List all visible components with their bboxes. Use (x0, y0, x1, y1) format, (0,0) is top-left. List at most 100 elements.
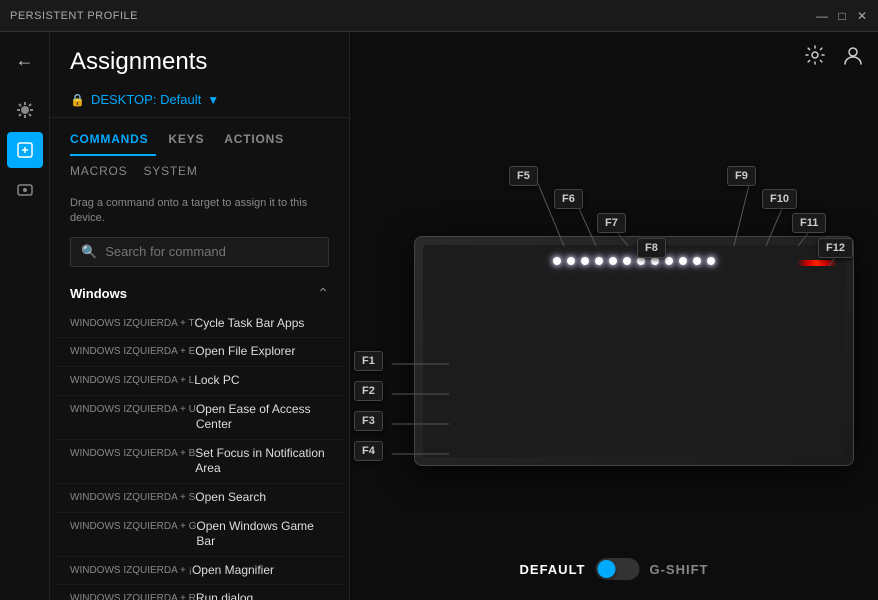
icon-sidebar: ← (0, 32, 50, 600)
command-item[interactable]: WINDOWS IZQUIERDA + ¡ Open Magnifier (54, 557, 345, 586)
search-box[interactable]: 🔍 (70, 237, 329, 267)
profile-bar[interactable]: 🔒 DESKTOP: Default ▼ (50, 88, 349, 118)
command-shortcut: WINDOWS IZQUIERDA + L (70, 373, 194, 387)
tab-actions[interactable]: ACTIONS (224, 128, 292, 156)
command-item[interactable]: WINDOWS IZQUIERDA + U Open Ease of Acces… (54, 396, 345, 440)
tab-commands[interactable]: COMMANDS (70, 128, 156, 156)
key-f2[interactable]: F2 (354, 381, 383, 401)
panel-title: Assignments (70, 48, 329, 76)
command-shortcut: WINDOWS IZQUIERDA + B (70, 446, 195, 460)
command-item[interactable]: WINDOWS IZQUIERDA + G Open Windows Game … (54, 513, 345, 557)
command-item[interactable]: WINDOWS IZQUIERDA + B Set Focus in Notif… (54, 440, 345, 484)
led-dot (637, 257, 645, 265)
category-header-windows[interactable]: Windows ⌃ (54, 277, 345, 310)
led-dot (609, 257, 617, 265)
led-strip-red (797, 260, 837, 266)
panel-header: Assignments (50, 32, 349, 88)
key-f7[interactable]: F7 (597, 213, 626, 233)
window-controls: — □ ✕ (816, 10, 868, 22)
command-shortcut: WINDOWS IZQUIERDA + S (70, 490, 195, 504)
led-dot (665, 257, 673, 265)
command-label: Open Search (195, 490, 329, 506)
app-title: PERSISTENT PROFILE (10, 10, 138, 22)
led-dot (567, 257, 575, 265)
led-dot (581, 257, 589, 265)
keyboard-area: F1 F2 F3 F4 (354, 116, 874, 496)
user-icon[interactable] (838, 40, 868, 70)
command-item[interactable]: WINDOWS IZQUIERDA + T Cycle Task Bar App… (54, 310, 345, 339)
close-button[interactable]: ✕ (856, 10, 868, 22)
category-toggle-icon: ⌃ (317, 285, 329, 302)
command-shortcut: WINDOWS IZQUIERDA + ¡ (70, 563, 192, 577)
command-label: Lock PC (194, 373, 329, 389)
key-f6[interactable]: F6 (554, 189, 583, 209)
profile-name: DESKTOP: Default (91, 92, 201, 107)
profile-caret-icon: ▼ (207, 93, 219, 107)
key-f5[interactable]: F5 (509, 166, 538, 186)
key-f11[interactable]: F11 (792, 213, 826, 233)
led-dot (623, 257, 631, 265)
tab-system[interactable]: SYSTEM (143, 160, 209, 186)
key-f3[interactable]: F3 (354, 411, 383, 431)
lock-icon: 🔒 (70, 93, 85, 107)
command-item[interactable]: WINDOWS IZQUIERDA + R Run dialog (54, 585, 345, 600)
command-label: Open Windows Game Bar (196, 519, 329, 550)
key-f8[interactable]: F8 (637, 238, 666, 258)
command-item[interactable]: WINDOWS IZQUIERDA + S Open Search (54, 484, 345, 513)
sidebar-item-lighting[interactable] (7, 92, 43, 128)
led-dots-row (553, 257, 715, 265)
settings-icon[interactable] (800, 40, 830, 70)
tab-keys[interactable]: KEYS (168, 128, 212, 156)
key-f10[interactable]: F10 (762, 189, 797, 209)
led-dot (707, 257, 715, 265)
command-label: Run dialog (196, 591, 329, 600)
key-f1[interactable]: F1 (354, 351, 383, 371)
header-icons (800, 40, 868, 70)
led-dot (679, 257, 687, 265)
right-panel: F1 F2 F3 F4 (350, 32, 878, 600)
toggle-row: DEFAULT G-SHIFT (520, 558, 709, 580)
commands-container: WINDOWS IZQUIERDA + T Cycle Task Bar App… (54, 310, 345, 600)
toggle-default-label: DEFAULT (520, 562, 586, 577)
command-shortcut: WINDOWS IZQUIERDA + E (70, 344, 195, 358)
led-dot (651, 257, 659, 265)
command-shortcut: WINDOWS IZQUIERDA + U (70, 402, 196, 416)
key-f4[interactable]: F4 (354, 441, 383, 461)
led-dot (553, 257, 561, 265)
search-input[interactable] (105, 244, 318, 259)
maximize-button[interactable]: □ (836, 10, 848, 22)
led-dot (693, 257, 701, 265)
command-shortcut: WINDOWS IZQUIERDA + G (70, 519, 196, 533)
commands-list: Windows ⌃ WINDOWS IZQUIERDA + T Cycle Ta… (50, 277, 349, 600)
keyboard-body (414, 236, 854, 466)
command-item[interactable]: WINDOWS IZQUIERDA + E Open File Explorer (54, 338, 345, 367)
command-label: Cycle Task Bar Apps (195, 316, 329, 332)
sidebar-item-macros[interactable] (7, 172, 43, 208)
toggle-knob (597, 560, 615, 578)
search-icon: 🔍 (81, 244, 97, 260)
led-dot (595, 257, 603, 265)
command-label: Open File Explorer (195, 344, 329, 360)
command-label: Open Ease of Access Center (196, 402, 329, 433)
toggle-switch[interactable] (595, 558, 639, 580)
minimize-button[interactable]: — (816, 10, 828, 22)
back-button[interactable]: ← (7, 42, 43, 78)
sidebar-item-assignments[interactable] (7, 132, 43, 168)
toggle-gshift-label: G-SHIFT (649, 562, 708, 577)
command-shortcut: WINDOWS IZQUIERDA + T (70, 316, 195, 330)
command-shortcut: WINDOWS IZQUIERDA + R (70, 591, 196, 600)
command-label: Open Magnifier (192, 563, 329, 579)
tab-macros[interactable]: MACROS (70, 160, 139, 186)
command-item[interactable]: WINDOWS IZQUIERDA + L Lock PC (54, 367, 345, 396)
app-container: ← (0, 32, 878, 600)
key-f12[interactable]: F12 (818, 238, 853, 258)
tabs-row-primary: COMMANDS KEYS ACTIONS (50, 118, 349, 156)
title-bar: PERSISTENT PROFILE — □ ✕ (0, 0, 878, 32)
tabs-row-secondary: MACROS SYSTEM (50, 156, 349, 186)
category-name: Windows (70, 286, 127, 301)
command-label: Set Focus in Notification Area (195, 446, 329, 477)
key-f9[interactable]: F9 (727, 166, 756, 186)
drag-hint: Drag a command onto a target to assign i… (50, 186, 349, 237)
left-panel: Assignments 🔒 DESKTOP: Default ▼ COMMAND… (50, 32, 350, 600)
keyboard-inner (423, 245, 845, 457)
